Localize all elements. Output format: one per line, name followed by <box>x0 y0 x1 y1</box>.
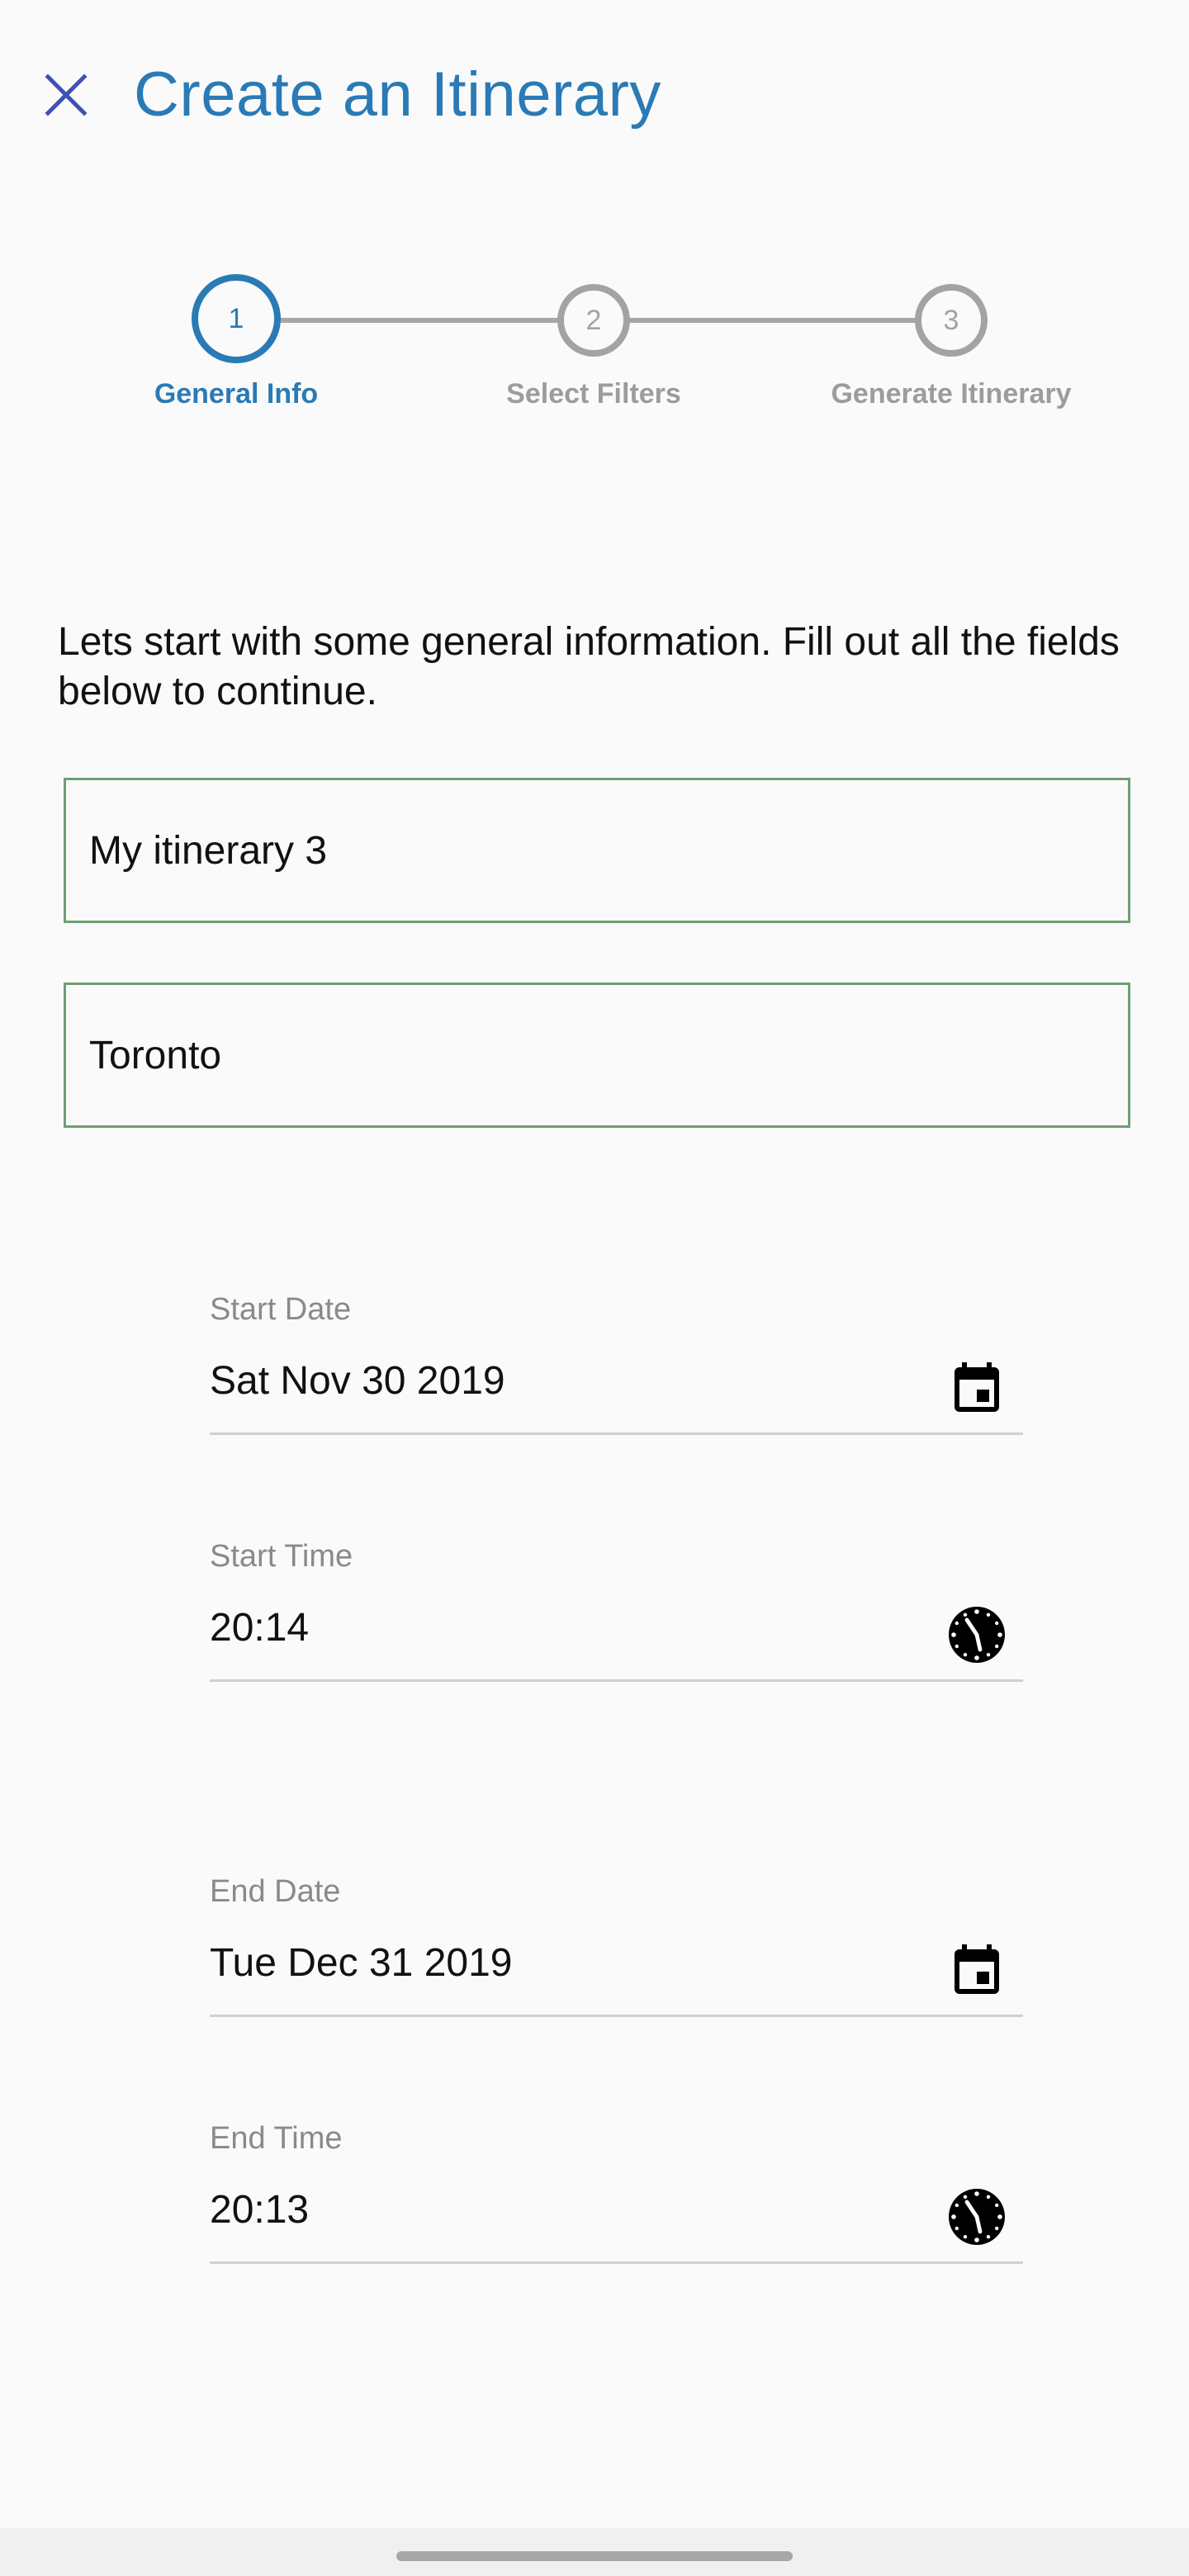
step-1-indicator[interactable]: 1 <box>192 274 281 363</box>
location-field[interactable]: Toronto <box>64 983 1130 1128</box>
end-time-picker[interactable]: End Time 20:13 <box>210 2121 1023 2264</box>
calendar-icon[interactable] <box>947 1360 1007 1419</box>
step-connector-2-3 <box>628 318 921 323</box>
end-date-picker[interactable]: End Date Tue Dec 31 2019 <box>210 1874 1023 2017</box>
start-time-label: Start Time <box>210 1539 353 1574</box>
system-nav-bar <box>0 2528 1189 2576</box>
progress-stepper: 1 2 3 General Info Select Filters Genera… <box>0 272 1189 429</box>
clock-icon[interactable] <box>947 1605 1007 1664</box>
itinerary-name-field[interactable]: My itinerary 3 <box>64 778 1130 923</box>
home-indicator[interactable] <box>396 2551 793 2561</box>
start-date-value: Sat Nov 30 2019 <box>210 1359 505 1403</box>
step-2-label: Select Filters <box>506 378 681 410</box>
end-date-label: End Date <box>210 1874 341 1909</box>
close-button[interactable] <box>33 58 99 132</box>
end-date-value: Tue Dec 31 2019 <box>210 1941 513 1985</box>
end-time-label: End Time <box>210 2121 343 2156</box>
intro-text: Lets start with some general information… <box>58 620 1120 713</box>
start-time-picker[interactable]: Start Time 20:14 <box>210 1539 1023 1682</box>
location-value: Toronto <box>89 1033 222 1077</box>
step-3-label: Generate Itinerary <box>831 378 1072 410</box>
close-icon <box>45 73 88 116</box>
clock-icon[interactable] <box>947 2187 1007 2247</box>
end-time-value: 20:13 <box>210 2188 310 2232</box>
start-date-label: Start Date <box>210 1292 352 1327</box>
app-header: Create an Itinerary <box>0 0 1189 190</box>
start-time-value: 20:14 <box>210 1606 310 1650</box>
step-1-label: General Info <box>154 378 319 410</box>
page-title: Create an Itinerary <box>134 59 661 130</box>
calendar-icon[interactable] <box>947 1942 1007 2001</box>
start-date-picker[interactable]: Start Date Sat Nov 30 2019 <box>210 1292 1023 1435</box>
step-connector-1-2 <box>281 318 561 323</box>
itinerary-name-value: My itinerary 3 <box>89 828 328 873</box>
step-3-indicator[interactable]: 3 <box>915 284 988 357</box>
step-2-indicator[interactable]: 2 <box>557 284 630 357</box>
